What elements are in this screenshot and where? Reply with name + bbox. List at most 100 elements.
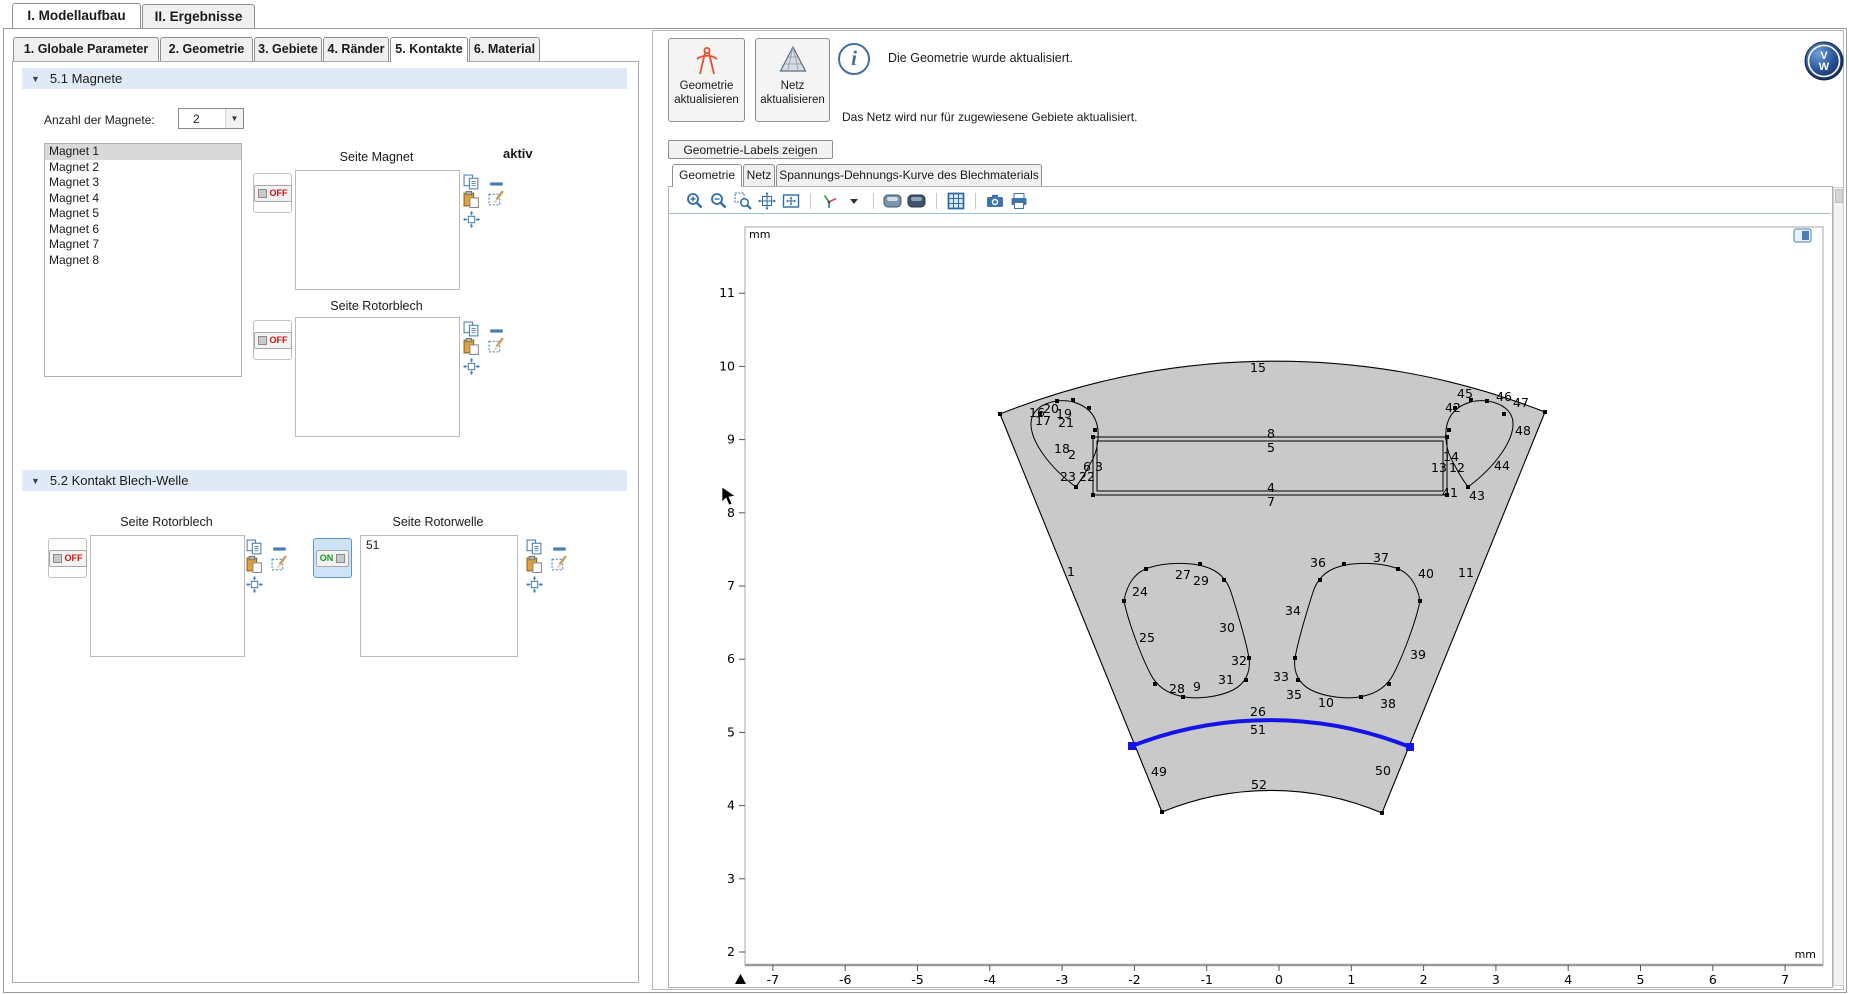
- copy-selection-icon[interactable]: [246, 539, 263, 556]
- y-tick-label: 10: [719, 358, 735, 373]
- toolbar-separator: [810, 193, 811, 209]
- info-message-1: Die Geometrie wurde aktualisiert.: [888, 51, 1073, 65]
- subtab-gebiete[interactable]: 3. Gebiete: [254, 37, 322, 61]
- axis-orientation-icon[interactable]: [820, 192, 840, 210]
- selection-vertex: [1406, 743, 1414, 751]
- zoom-to-selection-icon[interactable]: [463, 358, 480, 375]
- caret-down-icon[interactable]: [844, 192, 864, 210]
- geometry-label-8: 8: [1267, 426, 1275, 441]
- fit-window-icon[interactable]: [781, 192, 801, 210]
- zoom-to-selection-icon[interactable]: [463, 211, 480, 228]
- combobox-arrow-icon[interactable]: ▼: [225, 109, 243, 128]
- geometry-label-40: 40: [1418, 566, 1434, 581]
- scene-image-1-icon[interactable]: [883, 192, 903, 210]
- zoom-extents-icon[interactable]: [757, 192, 777, 210]
- zoom-box-icon[interactable]: [733, 192, 753, 210]
- geometry-label-33: 33: [1273, 669, 1289, 684]
- clear-selection-icon[interactable]: [488, 337, 505, 354]
- application-window: I. Modellaufbau II. Ergebnisse 1. Global…: [0, 0, 1849, 994]
- subtab-geometrie[interactable]: 2. Geometrie: [160, 37, 253, 61]
- button-label-line2: aktualisieren: [674, 94, 739, 106]
- geometry-label-32: 32: [1231, 653, 1247, 668]
- paste-selection-icon[interactable]: [463, 191, 480, 208]
- copy-selection-icon[interactable]: [526, 539, 543, 556]
- toggle-state-label: ON: [320, 553, 334, 563]
- scene-image-2-icon[interactable]: [907, 192, 927, 210]
- subtab-raender[interactable]: 4. Ränder: [323, 37, 389, 61]
- toggle-kontakt-rotorwelle[interactable]: ON: [313, 538, 352, 578]
- magnet-list-item[interactable]: Magnet 7: [45, 237, 241, 253]
- gtab-netz[interactable]: Netz: [743, 164, 775, 187]
- x-tick-label: -2: [1128, 972, 1140, 985]
- geometry-label-1: 1: [1067, 564, 1075, 579]
- subtab-material[interactable]: 6. Material: [469, 37, 540, 61]
- geometry-label-42: 42: [1445, 400, 1461, 415]
- magnet-list-item[interactable]: Magnet 3: [45, 175, 241, 191]
- grid-icon[interactable]: [946, 192, 966, 210]
- clear-selection-icon[interactable]: [271, 555, 288, 572]
- magnet-list-item[interactable]: Magnet 1: [45, 144, 241, 160]
- geometry-plot-canvas[interactable]: -7-6-5-4-3-2-101234567234567891011mmmm12…: [669, 215, 1830, 985]
- update-geometry-button[interactable]: Geometrie aktualisieren: [668, 38, 745, 122]
- geometry-label-50: 50: [1375, 763, 1391, 778]
- graphics-scrollbar[interactable]: [1833, 187, 1844, 986]
- tab-ergebnisse[interactable]: II. Ergebnisse: [142, 4, 255, 28]
- y-tick-label: 2: [727, 944, 735, 959]
- magnet-list[interactable]: Magnet 1Magnet 2Magnet 3Magnet 4Magnet 5…: [44, 143, 242, 377]
- tab-modellaufbau[interactable]: I. Modellaufbau: [12, 3, 141, 28]
- y-tick-label: 6: [727, 651, 735, 666]
- toggle-knob: [258, 189, 267, 198]
- geometry-label-34: 34: [1285, 603, 1301, 618]
- copy-selection-icon[interactable]: [463, 174, 480, 191]
- show-geometry-labels-button[interactable]: Geometrie-Labels zeigen: [668, 140, 833, 159]
- axis-corner-marker: [735, 974, 746, 984]
- geometry-label-52: 52: [1251, 777, 1267, 792]
- x-tick-label: -5: [911, 972, 923, 985]
- camera-icon[interactable]: [985, 192, 1005, 210]
- paste-selection-icon[interactable]: [463, 338, 480, 355]
- x-tick-label: -7: [767, 972, 779, 985]
- subtab-globale-parameter[interactable]: 1. Globale Parameter: [13, 37, 159, 61]
- toolbar-separator: [873, 193, 874, 209]
- zoom-to-selection-icon[interactable]: [246, 576, 263, 593]
- copy-selection-icon[interactable]: [463, 321, 480, 338]
- clear-selection-icon[interactable]: [488, 190, 505, 207]
- magnet-list-item[interactable]: Magnet 6: [45, 222, 241, 238]
- plot-legend-toggle-icon[interactable]: [1794, 229, 1811, 242]
- clear-selection-icon[interactable]: [551, 555, 568, 572]
- toggle-seite-rotorblech[interactable]: OFF: [253, 320, 292, 360]
- x-tick-label: 7: [1781, 972, 1789, 985]
- toolbar-separator: [936, 193, 937, 209]
- paste-selection-icon[interactable]: [246, 556, 263, 573]
- gtab-spannungs-dehnungs-kurve[interactable]: Spannungs-Dehnungs-Kurve des Blechmateri…: [776, 164, 1042, 187]
- magnet-list-item[interactable]: Magnet 4: [45, 191, 241, 207]
- scrollbar-thumb[interactable]: [1835, 189, 1843, 203]
- section-header-kontakt[interactable]: ▼5.2 Kontakt Blech-Welle: [22, 470, 627, 491]
- zoom-out-icon[interactable]: [709, 192, 729, 210]
- selection-box-kontakt-rotorwelle[interactable]: 51: [360, 535, 518, 657]
- magnet-count-label: Anzahl der Magnete:: [44, 113, 155, 127]
- update-mesh-button[interactable]: Netz aktualisieren: [755, 38, 830, 122]
- toggle-kontakt-rotorblech[interactable]: OFF: [48, 538, 87, 578]
- subtab-kontakte[interactable]: 5. Kontakte: [390, 37, 468, 62]
- zoom-to-selection-icon[interactable]: [526, 576, 543, 593]
- gtab-geometrie[interactable]: Geometrie: [672, 164, 742, 187]
- selection-entry-51[interactable]: 51: [361, 536, 517, 554]
- magnet-list-item[interactable]: Magnet 8: [45, 253, 241, 269]
- geometry-label-3: 3: [1095, 459, 1103, 474]
- geometry-label-31: 31: [1218, 672, 1234, 687]
- magnet-count-combobox[interactable]: 2 ▼: [178, 108, 244, 129]
- toggle-seite-magnet[interactable]: OFF: [253, 173, 292, 213]
- toggle-knob: [53, 554, 62, 563]
- magnet-list-item[interactable]: Magnet 5: [45, 206, 241, 222]
- geometry-label-18: 18: [1054, 441, 1070, 456]
- magnet-list-item[interactable]: Magnet 2: [45, 160, 241, 176]
- button-label-line1: Geometrie: [680, 80, 734, 92]
- print-icon[interactable]: [1009, 192, 1029, 210]
- section-header-magnete[interactable]: ▼5.1 Magnete: [22, 68, 627, 89]
- zoom-in-icon[interactable]: [685, 192, 705, 210]
- selection-box-kontakt-rotorblech[interactable]: [90, 535, 245, 657]
- paste-selection-icon[interactable]: [526, 556, 543, 573]
- selection-box-seite-magnet[interactable]: [295, 170, 460, 290]
- selection-box-seite-rotorblech[interactable]: [295, 317, 460, 437]
